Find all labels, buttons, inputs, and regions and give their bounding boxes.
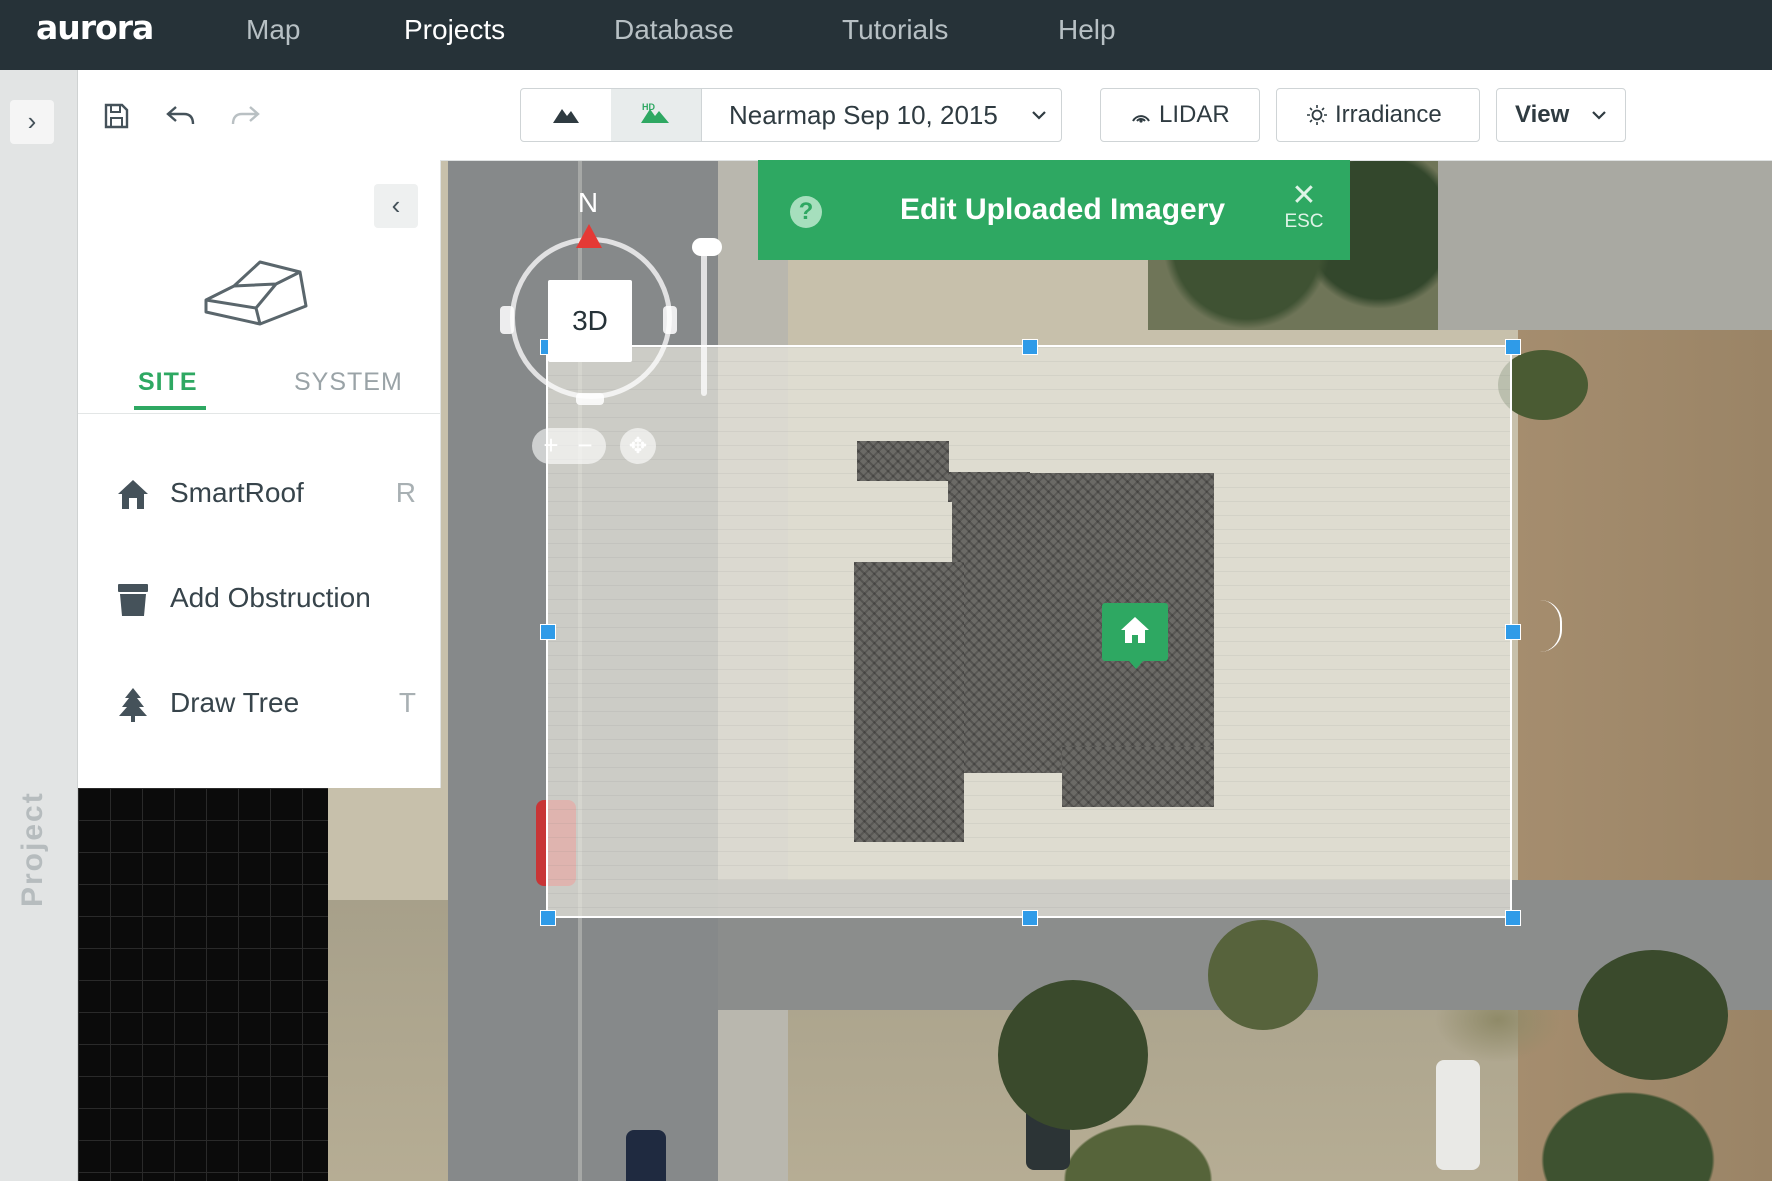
map-tree: [998, 980, 1148, 1130]
imagery-source-selector: HD Nearmap Sep 10, 2015: [520, 88, 1062, 142]
add-obstruction-label: Add Obstruction: [170, 582, 371, 613]
collapse-panel-button[interactable]: ‹: [374, 184, 418, 228]
nav-item-tutorials[interactable]: Tutorials: [842, 14, 948, 46]
tilt-slider-knob[interactable]: [692, 238, 722, 256]
mountain-icon: [553, 109, 579, 123]
project-rail-label[interactable]: Project: [16, 791, 50, 907]
view-dropdown[interactable]: View: [1496, 88, 1626, 142]
top-navigation-bar: aurora Map Projects Database Tutorials H…: [0, 0, 1772, 70]
banner-title: Edit Uploaded Imagery: [900, 193, 1226, 226]
uploaded-imagery-overlay[interactable]: [546, 345, 1512, 918]
pan-control-icon[interactable]: ✥: [620, 428, 656, 464]
save-icon[interactable]: [98, 98, 134, 134]
building-footprint: [952, 473, 1214, 773]
resize-handle-right[interactable]: [1505, 624, 1521, 640]
obstruction-icon: [118, 584, 148, 616]
resize-handle-left[interactable]: [540, 624, 556, 640]
sun-icon: [1307, 105, 1327, 125]
tilt-slider[interactable]: [701, 240, 707, 396]
undo-icon[interactable]: [162, 98, 198, 134]
resize-handle-bottom[interactable]: [1022, 910, 1038, 926]
compass-nub: [500, 306, 514, 334]
zoom-out-button[interactable]: −: [570, 428, 600, 462]
tab-site[interactable]: SITE: [138, 368, 198, 397]
home-location-pin[interactable]: [1102, 603, 1168, 669]
nav-item-map[interactable]: Map: [246, 14, 300, 46]
compass-nub: [576, 393, 604, 405]
map-driveway: [1438, 160, 1772, 330]
smartroof-shortcut: R: [395, 477, 416, 508]
map-car: [1436, 1060, 1480, 1170]
nav-item-database[interactable]: Database: [614, 14, 734, 46]
lidar-icon: [1132, 115, 1150, 123]
lidar-label: LIDAR: [1159, 101, 1230, 128]
draw-tree-label: Draw Tree: [170, 687, 300, 718]
active-tab-indicator: [134, 406, 206, 410]
resize-handle-top-right[interactable]: [1505, 339, 1521, 355]
north-arrow-icon: [576, 224, 602, 248]
edit-imagery-banner: ? Edit Uploaded Imagery ✕ ESC: [758, 160, 1350, 260]
building-footprint: [1062, 747, 1214, 807]
draw-tree-shortcut: T: [398, 687, 416, 718]
design-toolbar: HD Nearmap Sep 10, 2015 LIDAR Irradiance…: [78, 70, 1772, 161]
hd-mountain-icon: HD: [641, 102, 669, 123]
building-3d-icon: [204, 260, 308, 326]
map-tree: [1208, 920, 1318, 1030]
irradiance-button[interactable]: Irradiance: [1276, 88, 1480, 142]
zoom-control: + −: [532, 428, 606, 464]
close-icon: ✕: [1291, 179, 1317, 212]
site-tools-panel: ‹ SITE SYSTEM SmartRoof R Add Obstructio…: [78, 160, 441, 788]
lidar-button[interactable]: LIDAR: [1100, 88, 1260, 142]
irradiance-label: Irradiance: [1335, 101, 1442, 128]
map-car: [626, 1130, 666, 1181]
view-3d-button[interactable]: 3D: [548, 280, 632, 362]
building-footprint: [854, 562, 964, 842]
home-icon: [1121, 617, 1149, 643]
chevron-down-icon: [1592, 111, 1606, 120]
resize-handle-bottom-right[interactable]: [1505, 910, 1521, 926]
resize-handle-bottom-left[interactable]: [540, 910, 556, 926]
view-label: View: [1515, 101, 1570, 128]
close-banner-button[interactable]: ✕ ESC: [1274, 179, 1334, 234]
map-tree: [1578, 950, 1728, 1080]
panel-divider: [78, 413, 440, 414]
chevron-down-icon: [1032, 111, 1046, 120]
compass-nub: [663, 306, 677, 334]
imagery-date-dropdown[interactable]: Nearmap Sep 10, 2015: [729, 89, 998, 141]
aurora-logo[interactable]: aurora: [36, 8, 154, 47]
project-rail: › Project: [0, 70, 78, 1181]
expand-rail-button[interactable]: ›: [10, 100, 54, 144]
smartroof-label: SmartRoof: [170, 477, 304, 508]
smartroof-tool[interactable]: SmartRoof R: [116, 475, 416, 515]
map-dark-field: [78, 788, 328, 1181]
compass-north-label: N: [577, 187, 599, 218]
redo-icon[interactable]: [228, 98, 264, 134]
svg-text:HD: HD: [642, 102, 655, 112]
draw-tree-tool[interactable]: Draw Tree T: [116, 685, 416, 725]
help-icon[interactable]: ?: [790, 196, 822, 228]
zoom-in-button[interactable]: +: [536, 428, 566, 462]
tab-system[interactable]: SYSTEM: [294, 368, 403, 397]
tree-icon: [119, 688, 147, 722]
basemap-button[interactable]: [521, 89, 612, 141]
nav-item-projects[interactable]: Projects: [404, 14, 505, 46]
add-obstruction-tool[interactable]: Add Obstruction: [116, 580, 416, 620]
esc-hint: ESC: [1284, 211, 1324, 232]
nav-item-help[interactable]: Help: [1058, 14, 1116, 46]
resize-handle-top[interactable]: [1022, 339, 1038, 355]
hd-imagery-button[interactable]: HD: [611, 89, 702, 141]
building-footprint: [857, 441, 949, 481]
smartroof-icon: [118, 480, 148, 509]
